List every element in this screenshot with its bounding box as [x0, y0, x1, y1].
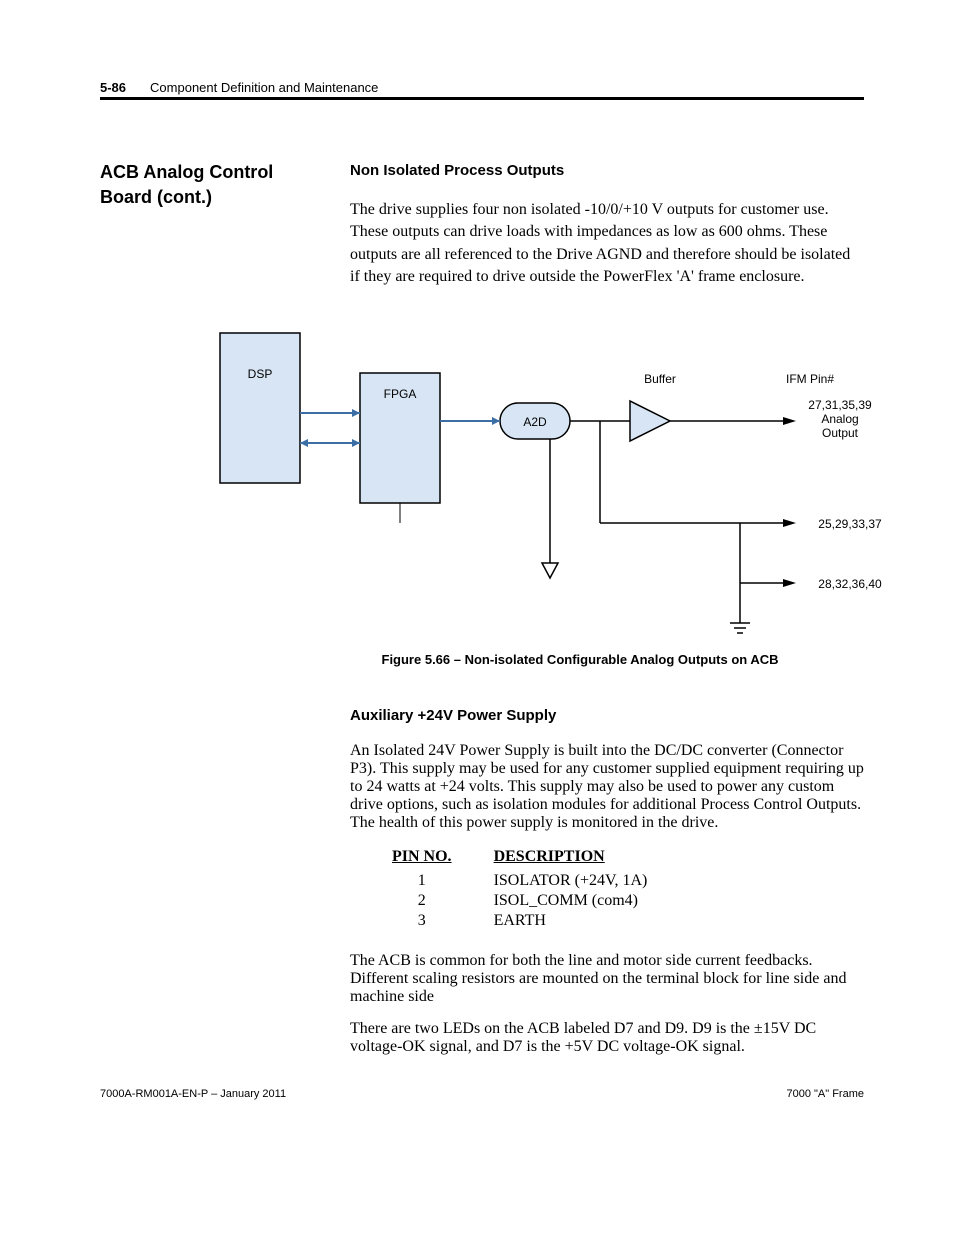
table-row: 2 ISOL_COMM (com4) — [392, 892, 687, 910]
pin-desc: ISOLATOR (+24V, 1A) — [494, 872, 688, 890]
dsp-label: DSP — [248, 367, 273, 381]
footer-right: 7000 "A" Frame — [786, 1088, 864, 1100]
ifm-pin-label: IFM Pin# — [786, 372, 834, 386]
table-row: 3 EARTH — [392, 912, 687, 930]
section-heading-aux24v: Auxiliary +24V Power Supply — [350, 707, 864, 724]
pins-bot: 28,32,36,40 — [818, 577, 882, 591]
svg-text:Analog: Analog — [821, 412, 858, 426]
pin-no: 1 — [392, 872, 492, 890]
buffer-label: Buffer — [644, 372, 676, 386]
a2d-label: A2D — [523, 415, 547, 429]
fpga-label: FPGA — [384, 387, 417, 401]
svg-text:Output: Output — [822, 426, 859, 440]
pin-header-pinno: PIN NO. — [392, 848, 492, 870]
pin-desc: EARTH — [494, 912, 688, 930]
footer-left: 7000A-RM001A-EN-P – January 2011 — [100, 1088, 286, 1100]
section-heading-nonisolated: Non Isolated Process Outputs — [350, 160, 864, 181]
running-title: Component Definition and Maintenance — [150, 80, 864, 95]
figure-caption: Figure 5.66 – Non-isolated Configurable … — [210, 652, 950, 667]
pin-desc: ISOL_COMM (com4) — [494, 892, 688, 910]
page-number: 5-86 — [100, 80, 126, 95]
section2-paragraph1: An Isolated 24V Power Supply is built in… — [350, 742, 864, 832]
figure-block-diagram: DSP FPGA A2D Buffer — [210, 323, 864, 667]
pin-no: 2 — [392, 892, 492, 910]
diagram-svg: DSP FPGA A2D Buffer — [210, 323, 950, 643]
section2-paragraph2: The ACB is common for both the line and … — [350, 952, 864, 1006]
sidebar-title-line1: ACB Analog Control — [100, 160, 310, 185]
pin-no: 3 — [392, 912, 492, 930]
table-row: 1 ISOLATOR (+24V, 1A) — [392, 872, 687, 890]
sidebar-heading: ACB Analog Control Board (cont.) — [100, 160, 310, 303]
page-header: 5-86 Component Definition and Maintenanc… — [100, 80, 864, 100]
pin-table: PIN NO. DESCRIPTION 1 ISOLATOR (+24V, 1A… — [390, 846, 689, 932]
page-footer: 7000A-RM001A-EN-P – January 2011 7000 "A… — [100, 1088, 864, 1100]
section1-paragraph: The drive supplies four non isolated -10… — [350, 199, 864, 289]
section2-paragraph3: There are two LEDs on the ACB labeled D7… — [350, 1020, 864, 1056]
pins-top: 27,31,35,39 — [808, 398, 872, 412]
pins-mid: 25,29,33,37 — [818, 517, 882, 531]
pin-header-desc: DESCRIPTION — [494, 848, 688, 870]
sidebar-title-line2: Board (cont.) — [100, 185, 310, 210]
